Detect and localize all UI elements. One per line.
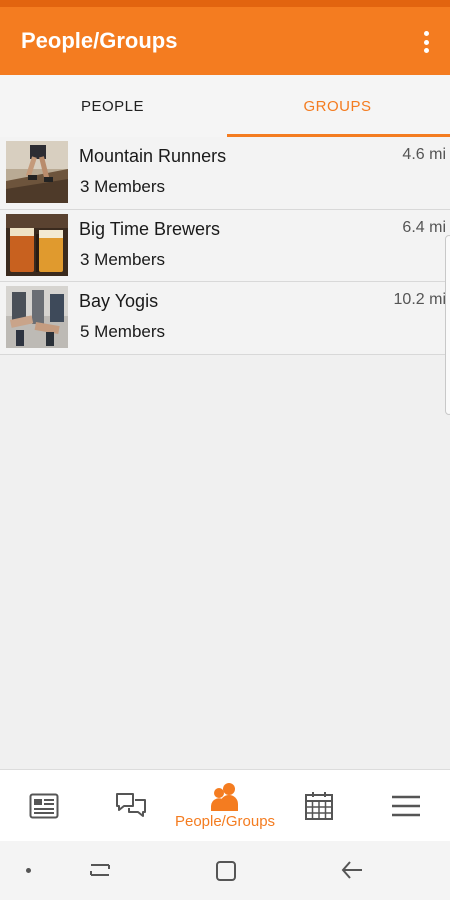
people-icon	[211, 782, 238, 811]
nav-people-groups-label: People/Groups	[174, 812, 276, 830]
list-item-big-time-brewers[interactable]: Big Time Brewers 3 Members 6.4 mi	[0, 209, 450, 282]
system-nav-bar	[0, 841, 450, 900]
overflow-menu-icon[interactable]	[420, 29, 432, 55]
group-distance: 4.6 mi	[402, 146, 446, 163]
yoga-photo	[6, 286, 68, 348]
group-members: 3 Members	[80, 177, 166, 196]
nav-calendar[interactable]	[275, 770, 362, 841]
calendar-icon	[304, 791, 333, 820]
group-name: Bay Yogis	[79, 291, 159, 311]
bottom-nav: People/Groups	[0, 769, 450, 841]
recent-apps-icon[interactable]	[88, 859, 112, 881]
edge-panel-handle[interactable]	[445, 235, 450, 415]
runner-photo	[6, 141, 68, 203]
tab-bar: PEOPLE GROUPS	[0, 75, 450, 137]
beer-photo	[6, 213, 68, 276]
list-item-mountain-runners[interactable]: Mountain Runners 3 Members 4.6 mi	[0, 137, 450, 210]
news-icon	[29, 793, 59, 818]
status-bar	[0, 0, 450, 7]
nav-menu[interactable]	[363, 770, 450, 841]
group-name: Mountain Runners	[79, 146, 227, 166]
nav-people-groups[interactable]: People/Groups	[175, 770, 275, 841]
nav-news[interactable]	[0, 770, 87, 841]
group-distance: 6.4 mi	[402, 218, 446, 236]
group-members: 3 Members	[80, 249, 166, 269]
group-distance: 10.2 mi	[393, 291, 446, 308]
dot-icon[interactable]	[26, 868, 31, 873]
group-members: 5 Members	[80, 322, 166, 341]
nav-chat[interactable]	[87, 770, 174, 841]
list-item-bay-yogis[interactable]: Bay Yogis 5 Members 10.2 mi	[0, 282, 450, 355]
page-title: People/Groups	[21, 28, 178, 53]
group-name: Big Time Brewers	[79, 218, 221, 239]
home-icon[interactable]	[215, 860, 237, 882]
chat-icon	[116, 792, 147, 817]
app-bar: People/Groups	[0, 7, 450, 75]
tab-people[interactable]: PEOPLE	[0, 75, 225, 137]
groups-list: Mountain Runners 3 Members 4.6 mi Big Ti…	[0, 137, 450, 355]
menu-icon	[392, 795, 421, 816]
tab-groups[interactable]: GROUPS	[225, 75, 450, 137]
back-arrow-icon[interactable]	[340, 859, 364, 881]
